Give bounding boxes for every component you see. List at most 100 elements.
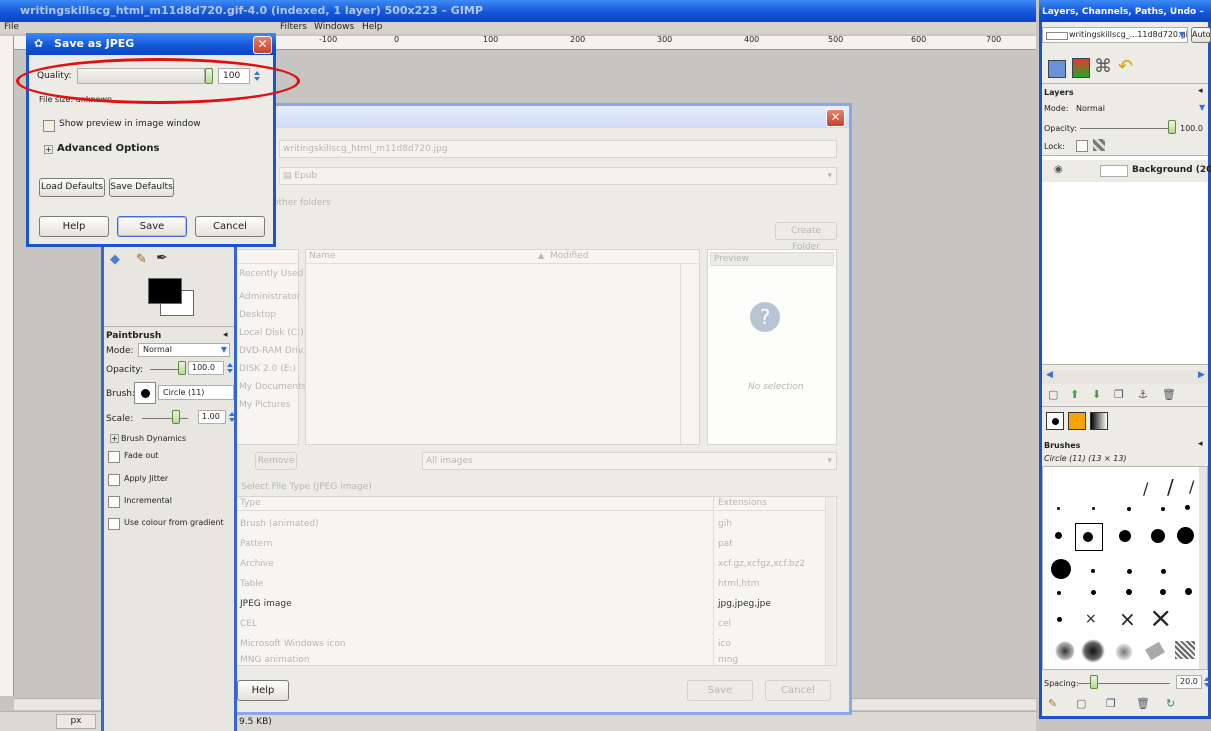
bucket-fill-icon[interactable]: ◆ [110,252,120,267]
brush-preview-button[interactable] [134,382,156,404]
brush-item[interactable] [1185,505,1190,510]
zoom-unit-combo[interactable]: px [56,714,96,729]
brush-item[interactable] [1127,507,1131,511]
brush-item[interactable]: / [1189,477,1194,496]
brush-item[interactable] [1115,643,1133,661]
layer-opacity-thumb[interactable] [1168,120,1176,134]
brush-item[interactable] [1127,569,1132,574]
foreground-color-swatch[interactable] [148,278,182,304]
layers-menu-icon[interactable]: ◂ [1198,86,1203,96]
jpeg-cancel-button[interactable]: Cancel [195,216,265,237]
brush-item[interactable] [1081,639,1105,663]
brush-grid-scrollbar[interactable] [1199,467,1207,669]
scroll-left-icon[interactable]: ◀ [1046,370,1053,380]
save-defaults-button[interactable]: Save Defaults [109,178,174,197]
layer-opacity-value[interactable]: 100.0 [1180,124,1203,133]
extensions-column-header[interactable]: Extensions [718,498,767,508]
brush-item[interactable] [1055,641,1075,661]
show-preview-checkbox[interactable] [43,120,55,132]
scale-slider-track[interactable] [142,418,188,419]
edit-brush-icon[interactable]: ✎ [1048,697,1057,710]
spacing-field[interactable]: 20.0 [1176,675,1202,689]
ink-icon[interactable]: ✒ [156,250,168,266]
layers-scrollbar[interactable] [1042,370,1208,384]
lock-alpha-icon[interactable] [1093,139,1105,151]
refresh-brushes-icon[interactable]: ↻ [1166,697,1175,710]
brush-item[interactable] [1091,590,1096,595]
scale-slider-thumb[interactable] [172,410,180,424]
brush-item[interactable]: / [1167,475,1174,499]
save-dialog-close-icon[interactable]: ✕ [826,109,845,127]
places-item[interactable]: Administrator [239,292,300,302]
file-dialog-cancel-button[interactable]: Cancel [765,680,831,701]
file-type-name[interactable]: MNG animation [240,655,310,665]
channels-tab-icon[interactable] [1072,58,1090,78]
brush-dynamics-label[interactable]: Brush Dynamics [121,434,186,443]
brush-item[interactable] [1145,641,1165,661]
browse-other-folders[interactable]: other folders [273,198,331,208]
spacing-spin-icon[interactable] [1203,675,1211,689]
jpeg-help-button[interactable]: Help [39,216,109,237]
menu-windows[interactable]: Windows [314,22,354,32]
file-type-name[interactable]: Table [240,579,263,589]
delete-brush-icon[interactable]: 🗑 [1136,697,1150,710]
filename-field[interactable]: writingskillscg_html_m11d8d720.jpg [279,140,837,158]
column-modified-header[interactable]: Modified [550,251,588,261]
brush-item[interactable] [1151,529,1165,543]
brush-item[interactable] [1126,589,1132,595]
places-item[interactable]: Desktop [239,310,276,320]
brush-item[interactable] [1051,559,1071,579]
fade-out-checkbox[interactable] [108,451,120,463]
layers-tab-icon[interactable] [1048,60,1066,78]
eye-icon[interactable]: ◉ [1054,164,1063,175]
mode-combo[interactable]: Normal ▼ [138,343,230,357]
incremental-checkbox[interactable] [108,496,120,508]
brush-item[interactable] [1161,569,1166,574]
places-item[interactable]: DVD-RAM Driv... [239,346,311,356]
places-item[interactable]: My Documents [239,382,306,392]
menu-file[interactable]: File [4,22,19,32]
scale-spin-icon[interactable] [228,410,236,424]
anchor-layer-icon[interactable]: ⚓ [1138,388,1148,401]
duplicate-brush-icon[interactable]: ❐ [1106,697,1116,710]
select-file-type-label[interactable]: Select File Type (JPEG image) [241,482,372,492]
brush-item[interactable]: × [1119,607,1136,631]
filter-combo[interactable]: All images ▾ [422,452,837,470]
file-type-name[interactable]: Archive [240,559,274,569]
brush-item[interactable] [1177,527,1194,544]
scroll-right-icon[interactable]: ▶ [1198,370,1205,380]
lock-pixels-checkbox[interactable] [1076,140,1088,152]
layer-row[interactable]: ◉ Background (200 [1042,160,1211,182]
opacity-slider-track[interactable] [150,369,178,370]
file-type-name[interactable]: Brush (animated) [240,519,319,529]
brush-item[interactable]: × [1085,611,1097,627]
brush-item[interactable] [1055,532,1062,539]
new-layer-icon[interactable]: ▢ [1048,388,1058,401]
delete-layer-icon[interactable]: 🗑 [1162,388,1176,401]
file-type-name-selected[interactable]: JPEG image [240,599,292,609]
duplicate-layer-icon[interactable]: ❐ [1114,388,1124,401]
new-brush-icon[interactable]: ▢ [1076,697,1086,710]
brushes-menu-icon[interactable]: ◂ [1198,439,1203,449]
places-item[interactable]: Recently Used [239,269,303,279]
gradients-tab-icon[interactable] [1090,412,1108,430]
brush-item[interactable] [1185,588,1192,595]
lower-layer-icon[interactable]: ⬇ [1092,388,1101,401]
tool-options-menu-icon[interactable]: ◂ [223,330,228,340]
type-column-header[interactable]: Type [240,498,261,508]
remove-button[interactable]: Remove [255,452,297,470]
jpeg-dialog-close-icon[interactable]: ✕ [253,36,272,54]
brush-item[interactable] [1092,507,1095,510]
brush-item[interactable] [1091,569,1095,573]
layer-mode-value[interactable]: Normal [1076,104,1105,113]
layer-name[interactable]: Background (200 [1132,165,1211,175]
brush-item[interactable]: × [1149,601,1172,634]
file-type-name[interactable]: Microsoft Windows icon [240,639,346,649]
file-type-scrollbar[interactable] [825,497,835,665]
brush-item[interactable] [1057,507,1060,510]
patterns-tab-icon[interactable] [1068,412,1086,430]
advanced-options-label[interactable]: Advanced Options [57,143,159,154]
opacity-slider-thumb[interactable] [178,361,186,375]
opacity-field[interactable]: 100.0 [188,361,224,375]
brush-item[interactable] [1057,591,1061,595]
